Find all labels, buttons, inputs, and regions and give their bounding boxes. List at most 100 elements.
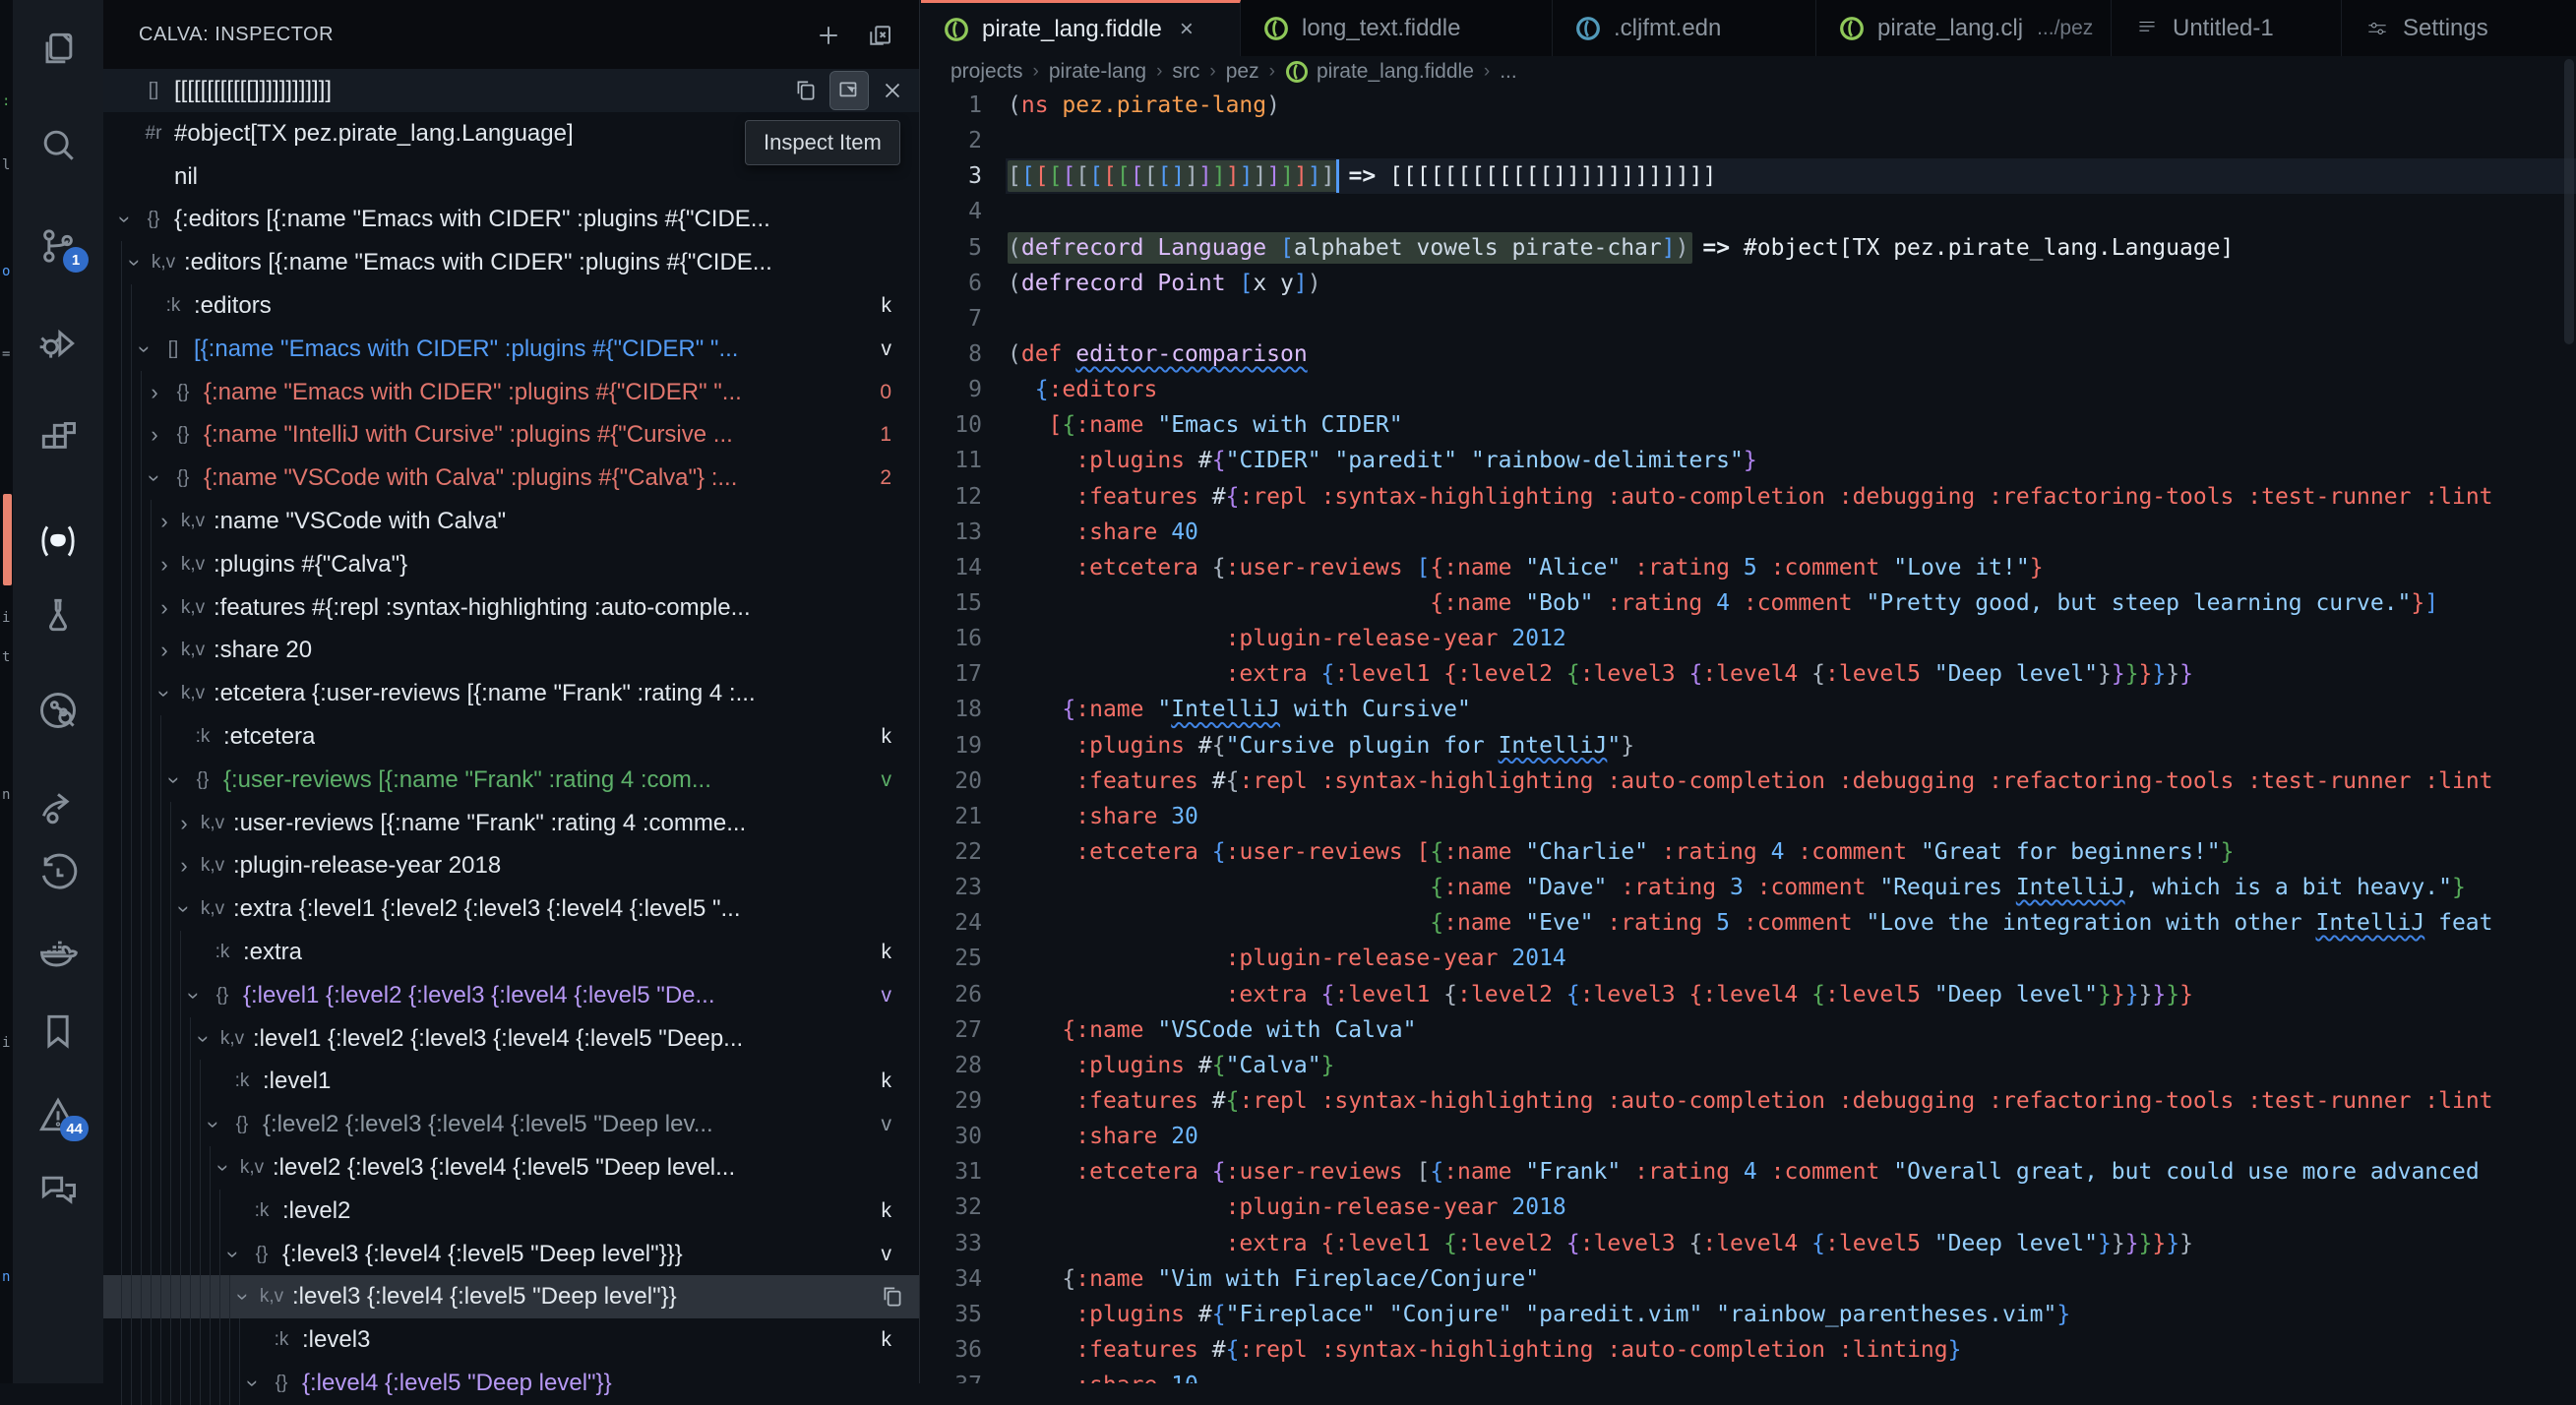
chevron-down-icon[interactable]: › [171,897,197,921]
breadcrumb[interactable]: projects › pirate-lang › src › pez › pirate_lang… [921,56,2576,88]
inspector-row[interactable]: › k,v:level3 {:level4 {:level5 "Deep leve… [103,1275,919,1319]
code-line[interactable]: 5 (defrecord Language [alphabet vowels pi… [921,230,2576,266]
code-line[interactable]: 19 :plugins #{"Cursive plugin for Intell… [921,728,2576,764]
code-line[interactable]: 36 :features #{:repl :syntax-highlightin… [921,1332,2576,1368]
code-line[interactable]: 11 :plugins #{"CIDER" "paredit" "rainbow… [921,443,2576,478]
chevron-down-icon[interactable]: › [220,1243,246,1266]
warning-icon[interactable]: 44 [35,1092,89,1141]
history-icon[interactable] [35,851,81,896]
copy-icon[interactable] [787,72,825,109]
breadcrumb-item[interactable]: pirate-lang [1049,60,1146,84]
code-line[interactable]: 18 {:name "IntelliJ with Cursive" [921,692,2576,727]
chevron-right-icon[interactable]: › [153,509,176,534]
inspector-row[interactable]: [] [[[[[[[[[[[[]]]]]]]]]]]] [103,69,919,112]
files-icon[interactable] [35,27,81,72]
inspector-row[interactable]: :k:editors k [103,284,919,328]
chevron-down-icon[interactable]: › [230,1285,256,1309]
code-line[interactable]: 2 [921,123,2576,158]
code-line[interactable]: 21 :share 30 [921,799,2576,834]
code-editor[interactable]: 1 (ns pez.pirate-lang) 2 3[[[[[[[[[[[[]]]]]… [921,88,2576,1383]
chevron-down-icon[interactable]: › [181,984,207,1008]
inspector-row[interactable]: › {} {:editors [{:name "Emacs with CIDER" … [103,198,919,241]
share-icon[interactable] [35,786,81,831]
search-icon[interactable] [35,122,81,167]
beaker-icon[interactable] [35,592,81,638]
code-line[interactable]: 30 :share 20 [921,1119,2576,1154]
chevron-right-icon[interactable]: › [172,853,196,879]
code-line[interactable]: 16 :plugin-release-year 2012 [921,621,2576,656]
comments-icon[interactable] [35,1168,81,1213]
code-line[interactable]: 8 (def editor-comparison [921,336,2576,372]
chevron-right-icon[interactable]: › [153,638,176,663]
inspector-row[interactable]: :k:level3 k [103,1318,919,1363]
code-line[interactable]: 31 :etcetera {:user-reviews [{:name "Fra… [921,1154,2576,1190]
inspector-row[interactable]: › k,v:level2 {:level3 {:level4 {:level5 "… [103,1146,919,1190]
code-line[interactable]: 26 :extra {:level1 {:level2 {:level3 {:l… [921,977,2576,1012]
inspector-row[interactable]: › k,v:features #{:repl :syntax-highlighti… [103,585,919,630]
code-line[interactable]: 29 :features #{:repl :syntax-highlightin… [921,1083,2576,1119]
inspector-row[interactable]: › {} {:name "VSCode with Calva" :plugins #… [103,457,919,501]
inspector-row[interactable]: › k,v:plugin-release-year 2018 [103,844,919,888]
copy-icon[interactable] [874,1278,911,1315]
code-line[interactable]: 17 :extra {:level1 {:level2 {:level3 {:l… [921,656,2576,692]
code-line[interactable]: 14 :etcetera {:user-reviews [{:name "Ali… [921,550,2576,585]
code-line[interactable]: 25 :plugin-release-year 2014 [921,941,2576,976]
code-line[interactable]: 27 {:name "VSCode with Calva" [921,1012,2576,1048]
inspector-row[interactable]: › {} {:level4 {:level5 "Deep level"}} [103,1362,919,1405]
chevron-right-icon[interactable]: › [172,811,196,836]
code-line[interactable]: 7 [921,301,2576,336]
code-line[interactable]: 13 :share 40 [921,515,2576,550]
code-line[interactable]: 24 {:name "Eve" :rating 5 :comment "Love… [921,905,2576,941]
chevron-down-icon[interactable]: › [122,251,148,275]
tab-pirate_lang.clj[interactable]: pirate_lang.clj .../pez [1816,0,2112,56]
chevron-down-icon[interactable]: › [240,1372,266,1395]
code-line[interactable]: 12 :features #{:repl :syntax-highlightin… [921,479,2576,515]
chevron-right-icon[interactable]: › [143,422,166,448]
tab-pirate_lang.fiddle[interactable]: pirate_lang.fiddle × [921,0,1241,56]
inspector-row[interactable]: › k,v:extra {:level1 {:level2 {:level3 {:… [103,887,919,932]
code-line[interactable]: 22 :etcetera {:user-reviews [{:name "Cha… [921,834,2576,870]
inspector-row[interactable]: › k,v:name "VSCode with Calva" [103,500,919,543]
chevron-down-icon[interactable]: › [211,1156,236,1180]
chevron-right-icon[interactable]: › [143,380,166,405]
chevron-down-icon[interactable]: › [152,682,177,705]
code-line[interactable]: 3 [[[[[[[[[[[[]]]]]]]]]]]] => [[[[[[[[[[[… [921,158,2576,195]
close-icon[interactable] [874,72,911,109]
inspector-row[interactable]: :k:level2 k [103,1189,919,1233]
code-line[interactable]: 35 :plugins #{"Fireplace" "Conjure" "par… [921,1297,2576,1332]
tab-.cljfmt.edn[interactable]: .cljfmt.edn [1553,0,1816,56]
code-line[interactable]: 37 :share 10 [921,1368,2576,1383]
chevron-down-icon[interactable]: › [201,1113,226,1136]
inspector-row[interactable]: :k:etcetera k [103,715,919,759]
code-line[interactable]: 23 {:name "Dave" :rating 3 :comment "Req… [921,870,2576,905]
tab-long_text.fiddle[interactable]: long_text.fiddle [1241,0,1553,56]
debug-icon[interactable] [35,321,81,366]
chevron-down-icon[interactable]: › [132,337,157,361]
inspector-row[interactable]: › k,v:share 20 [103,629,919,673]
breadcrumb-item[interactable]: pirate_lang.fiddle [1285,60,1474,84]
tab-untitled-1[interactable]: Untitled-1 [2112,0,2342,56]
chevron-right-icon[interactable]: › [153,552,176,578]
breadcrumb-item[interactable]: src [1172,60,1199,84]
extensions-icon[interactable] [35,417,81,462]
code-line[interactable]: 32 :plugin-release-year 2018 [921,1190,2576,1225]
code-line[interactable]: 9 {:editors [921,372,2576,407]
chevron-down-icon[interactable]: › [191,1027,216,1051]
inspector-row[interactable]: › {} {:level3 {:level4 {:level5 "Deep leve… [103,1232,919,1276]
code-line[interactable]: 34 {:name "Vim with Fireplace/Conjure" [921,1261,2576,1297]
breadcrumb-item[interactable]: pez [1226,60,1259,84]
inspector-row[interactable]: › k,v:plugins #{"Calva"} [103,542,919,586]
inspector-row[interactable]: › {} {:name "Emacs with CIDER" :plugins #{… [103,370,919,414]
inspect-icon[interactable] [829,71,869,110]
code-line[interactable]: 1 (ns pez.pirate-lang) [921,88,2576,123]
inspector-row[interactable]: :k:level1 k [103,1060,919,1104]
inspector-row[interactable]: › {} {:level2 {:level3 {:level4 {:level5 "… [103,1103,919,1147]
source-control-icon[interactable]: 1 [35,223,89,273]
breadcrumb-item[interactable]: projects [951,60,1023,84]
code-line[interactable]: 4 [921,194,2576,229]
inspector-row[interactable]: › {} {:name "IntelliJ with Cursive" :plugi… [103,413,919,458]
chevron-down-icon[interactable]: › [161,768,187,792]
bookmark-icon[interactable] [35,1008,81,1054]
chevron-down-icon[interactable]: › [112,208,138,231]
chevron-down-icon[interactable]: › [142,466,167,490]
